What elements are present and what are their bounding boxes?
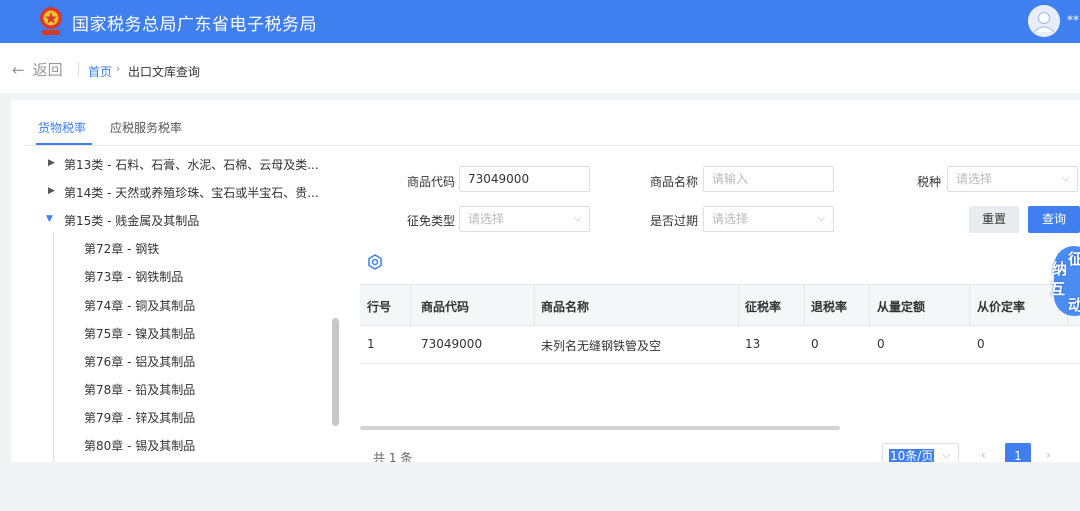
tax-emblem-icon — [40, 7, 62, 35]
float-widget-char: 征 — [1068, 250, 1080, 268]
table-cell: 73049000 — [421, 337, 483, 351]
tree-category[interactable]: 第14类 - 天然或养殖珍珠、宝石或半宝石、贵... — [64, 184, 319, 201]
arrow-left-icon: ← — [12, 61, 25, 79]
interaction-float-widget[interactable]: 纳 互 征 动 — [1046, 246, 1080, 316]
table-cell: 1 — [367, 337, 375, 351]
chevron-down-icon: ⌵ — [573, 213, 581, 224]
tree-chapter[interactable]: 第75章 - 镍及其制品 — [84, 325, 195, 342]
tree-chapter[interactable]: 第74章 - 铜及其制品 — [84, 297, 195, 314]
reset-button[interactable]: 重置 — [969, 206, 1019, 233]
float-widget-char: 互 — [1050, 280, 1066, 298]
tax-type-placeholder: 请选择 — [956, 172, 993, 186]
total-count: 共 1 条 — [373, 451, 413, 462]
tab-goods-tax-rate[interactable]: 货物税率 — [38, 119, 86, 136]
site-title: 国家税务总局广东省电子税务局 — [72, 15, 317, 35]
expired-label: 是否过期 — [649, 214, 698, 228]
tree-chapter[interactable]: 第79章 - 锌及其制品 — [84, 409, 195, 426]
levy-type-label: 征免类型 — [406, 214, 455, 228]
chevron-down-icon: ⌵ — [1061, 173, 1069, 184]
levy-type-select[interactable]: 请选择 ⌵ — [459, 206, 590, 232]
tab-services-tax-rate[interactable]: 应税服务税率 — [110, 119, 182, 136]
tree-chapter[interactable]: 第80章 - 锡及其制品 — [84, 437, 195, 454]
tree-category[interactable]: 第15类 - 贱金属及其制品 — [64, 212, 199, 229]
expired-select[interactable]: 请选择 ⌵ — [703, 206, 834, 232]
user-avatar-icon — [1028, 5, 1060, 37]
page-size-select[interactable]: 10条/页 ⌵ — [882, 443, 959, 462]
tree-chapter[interactable]: 第76章 - 铝及其制品 — [84, 353, 195, 370]
table-row[interactable]: 1 73049000 未列名无缝钢铁管及空 13 0 0 0 — [360, 325, 1080, 364]
chevron-down-icon: ⌵ — [942, 450, 950, 461]
table-cell: 0 — [811, 337, 819, 351]
table-cell: 13 — [745, 337, 761, 351]
column-header: 商品代码 — [421, 300, 470, 314]
nav-divider — [78, 62, 79, 76]
tree-scrollbar[interactable] — [332, 318, 339, 426]
column-divider — [869, 285, 870, 325]
breadcrumb-current: 出口文库查询 — [128, 65, 201, 79]
tax-type-label: 税种 — [916, 175, 941, 189]
prev-page-button[interactable]: ‹ — [981, 448, 986, 462]
float-widget-char: 动 — [1068, 296, 1080, 314]
column-header: 征税率 — [745, 300, 782, 314]
table-cell: 未列名无缝钢铁管及空 — [541, 339, 662, 353]
page-size-value: 10条/页 — [889, 449, 935, 462]
column-header: 从价定率 — [977, 300, 1026, 314]
top-header: 国家税务总局广东省电子税务局 ** — [0, 0, 1080, 43]
tax-type-select[interactable]: 请选择 ⌵ — [947, 166, 1078, 192]
column-divider — [410, 285, 411, 325]
table-horizontal-scrollbar[interactable] — [360, 426, 840, 430]
nav-bar: ← 返回 首页 › 出口文库查询 — [0, 43, 1080, 93]
column-header: 退税率 — [811, 300, 848, 314]
float-widget-char: 纳 — [1052, 260, 1068, 278]
back-button[interactable]: ← 返回 — [12, 59, 63, 80]
expired-placeholder: 请选择 — [712, 212, 749, 226]
column-divider — [969, 285, 970, 325]
column-divider — [738, 285, 739, 325]
caret-down-icon[interactable]: ▼ — [46, 214, 53, 224]
query-button[interactable]: 查询 — [1028, 206, 1080, 233]
chevron-right-icon: › — [116, 62, 121, 75]
column-divider — [534, 285, 535, 325]
tree-guide-line — [53, 232, 54, 462]
category-tree: ▶ 第13类 - 石料、石膏、水泥、石棉、云母及类... ▶ 第14类 - 天然… — [11, 146, 351, 462]
user-name[interactable]: ** — [1067, 13, 1079, 27]
table-cell: 0 — [877, 337, 885, 351]
caret-right-icon[interactable]: ▶ — [48, 186, 55, 196]
product-code-input[interactable]: 73049000 — [459, 166, 590, 192]
table-cell: 0 — [977, 337, 985, 351]
table-header: 行号 商品代码 商品名称 征税率 退税率 从量定额 从价定率 — [360, 284, 1080, 326]
column-header: 行号 — [367, 300, 392, 314]
tree-chapter[interactable]: 第73章 - 钢铁制品 — [84, 268, 183, 285]
user-avatar[interactable] — [1028, 5, 1060, 37]
back-label: 返回 — [32, 61, 63, 79]
column-divider — [804, 285, 805, 325]
next-page-button[interactable]: › — [1046, 448, 1051, 462]
column-header: 从量定额 — [877, 300, 926, 314]
main-panel: 货物税率 应税服务税率 ▶ 第13类 - 石料、石膏、水泥、石棉、云母及类...… — [11, 100, 1080, 462]
levy-type-placeholder: 请选择 — [468, 212, 505, 226]
column-header: 商品名称 — [541, 300, 590, 314]
tree-category[interactable]: 第13类 - 石料、石膏、水泥、石棉、云母及类... — [64, 156, 319, 173]
gear-icon[interactable] — [367, 254, 383, 270]
product-name-label: 商品名称 — [649, 175, 698, 189]
product-code-label: 商品代码 — [406, 175, 455, 189]
product-name-input[interactable]: 请输入 — [703, 166, 834, 192]
caret-right-icon[interactable]: ▶ — [48, 158, 55, 168]
chevron-down-icon: ⌵ — [817, 213, 825, 224]
tree-chapter[interactable]: 第72章 - 钢铁 — [84, 240, 159, 257]
tree-chapter[interactable]: 第78章 - 铅及其制品 — [84, 381, 195, 398]
current-page-button[interactable]: 1 — [1005, 443, 1031, 462]
breadcrumb-home[interactable]: 首页 — [88, 63, 112, 80]
